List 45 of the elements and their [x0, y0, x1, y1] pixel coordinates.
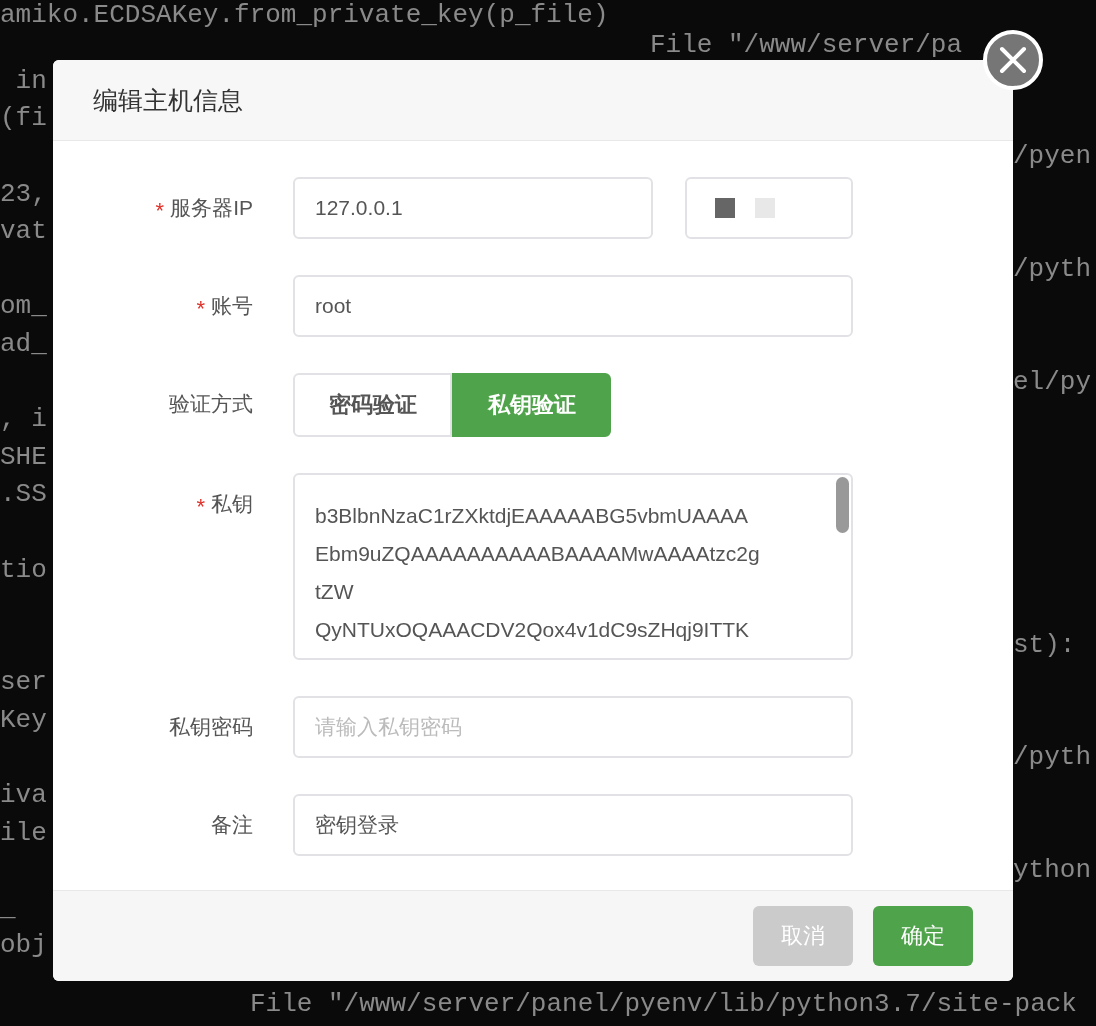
field-label: 验证方式 — [169, 391, 253, 417]
terminal-text: st): — [1013, 629, 1076, 660]
close-icon — [998, 45, 1028, 75]
port-box[interactable] — [685, 177, 853, 239]
auth-option-tab[interactable]: 密码验证 — [293, 373, 452, 437]
terminal-text: amiko.ECDSAKey.from_private_key(p_file) — [0, 0, 610, 30]
terminal-text: _ — [0, 892, 16, 923]
terminal-text: File "/www/server/pa — [649, 30, 964, 60]
terminal-text: , i — [0, 404, 47, 435]
scrollbar-thumb[interactable] — [836, 477, 849, 533]
required-mark: * — [196, 494, 205, 520]
input-field[interactable]: 请输入私钥密码 — [293, 696, 853, 758]
terminal-text: Key — [0, 704, 47, 735]
terminal-text: tio — [0, 554, 47, 585]
field-label: 备注 — [211, 812, 253, 838]
terminal-text: ile — [0, 817, 47, 848]
field-label: 私钥 — [211, 491, 253, 517]
terminal-text: SHE — [0, 441, 47, 472]
terminal-text: .SS — [0, 479, 47, 510]
input-field[interactable]: 密钥登录 — [293, 794, 853, 856]
terminal-text: /pyen — [1013, 141, 1091, 171]
terminal-text: ython — [1013, 855, 1091, 886]
ip-input-field[interactable]: 127.0.0.1 — [293, 177, 653, 239]
private-key-textarea[interactable]: b3BlbnNzaC1rZXktdjEAAAAABG5vbmUAAAA Ebm9uZQAAAAAAAAAABAAAAMwAAAAtzc2g tZW QyNTUxOQAAACDV2Qox4v1dC9sZHqj9ITTK — [293, 473, 853, 660]
terminal-text: File "/www/server/panel/pyenv/lib/python3.7/site-pack — [250, 988, 1077, 1019]
terminal-text: ser — [0, 667, 47, 698]
required-mark: * — [155, 198, 165, 224]
terminal-text: in — [14, 65, 47, 96]
field-label: 服务器IP — [170, 195, 253, 221]
terminal-text: (fi — [0, 103, 47, 134]
required-mark: * — [196, 296, 205, 322]
terminal-text: ad_ — [0, 328, 47, 359]
terminal-text: iva — [0, 780, 47, 811]
square-icon — [715, 198, 735, 218]
terminal-text: el/py — [1013, 366, 1091, 397]
terminal-text: 23, — [0, 178, 47, 209]
terminal-text: om_ — [0, 291, 47, 322]
field-label: 私钥密码 — [169, 714, 253, 740]
dialog-title: 编辑主机信息 — [93, 84, 243, 116]
field-label: 账号 — [211, 293, 253, 319]
terminal-text: vat — [0, 216, 47, 247]
terminal-text: obj — [0, 930, 47, 961]
input-field[interactable]: root — [293, 275, 853, 337]
terminal-text: /pyth — [1013, 742, 1091, 773]
terminal-text: /pyth — [1013, 253, 1091, 284]
